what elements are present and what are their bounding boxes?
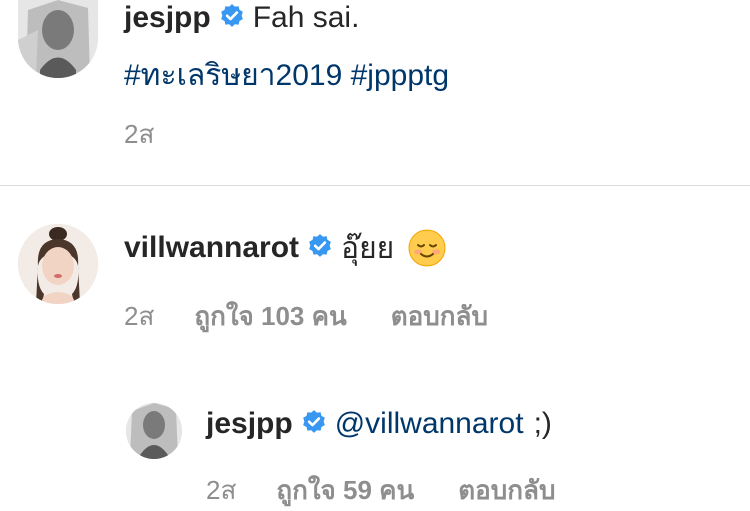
- avatar-photo-icon: [126, 403, 182, 459]
- caption-time: 2ส: [124, 119, 155, 149]
- avatar-photo-icon: [18, 0, 98, 78]
- comment-text: อุ๊ยย: [341, 231, 395, 265]
- caption-username[interactable]: jesjpp: [124, 1, 211, 35]
- comment-reply-button[interactable]: ตอบกลับ: [391, 296, 488, 337]
- verified-badge-icon: [307, 233, 333, 264]
- comment-time: 2ส: [124, 301, 155, 331]
- caption-hashtags[interactable]: #ทะเลริษยา2019 #jppptg: [124, 52, 449, 99]
- avatar-jesjpp-reply[interactable]: [126, 403, 182, 459]
- reply-username[interactable]: jesjpp: [206, 407, 293, 441]
- avatar-jesjpp[interactable]: [18, 0, 98, 78]
- reply-time: 2ส: [206, 475, 237, 505]
- reply-reply-button[interactable]: ตอบกลับ: [458, 470, 555, 511]
- smiling-face-emoji-icon: [408, 229, 446, 267]
- verified-badge-icon: [219, 3, 245, 34]
- caption-text: Fah sai.: [252, 1, 360, 34]
- avatar-photo-icon: [18, 224, 98, 304]
- avatar-villwannarot[interactable]: [18, 224, 98, 304]
- reply-likes-link[interactable]: ถูกใจ 59 คน: [276, 470, 414, 511]
- comment-likes-link[interactable]: ถูกใจ 103 คน: [194, 296, 346, 337]
- reply-mention-link[interactable]: @villwannarot: [335, 407, 524, 441]
- divider: [0, 185, 750, 186]
- verified-badge-icon: [301, 409, 327, 440]
- reply-text: ;): [533, 407, 552, 440]
- comment-username[interactable]: villwannarot: [124, 231, 299, 265]
